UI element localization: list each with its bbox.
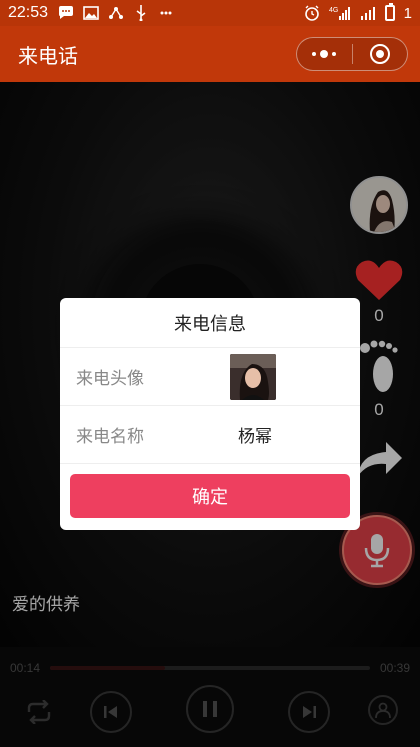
caller-avatar-row[interactable]: 来电头像 [60, 348, 360, 406]
battery-icon [384, 3, 395, 21]
dot-icon [320, 50, 329, 58]
message-icon [58, 6, 74, 20]
page-title: 来电话 [18, 43, 78, 68]
portrait-icon [230, 353, 276, 400]
caller-name-row[interactable]: 来电名称 杨幂 [60, 406, 360, 464]
caller-info-dialog: 来电信息 来电头像 来电名称 杨幂 确定 [60, 298, 360, 530]
mini-program-capsule [296, 37, 408, 71]
signal-icon [360, 6, 376, 20]
close-program-button[interactable] [353, 44, 408, 64]
caller-name-label: 来电名称 [76, 427, 144, 447]
svg-text:4G: 4G [329, 7, 338, 14]
more-dots-icon [158, 6, 174, 20]
share-network-icon [108, 6, 124, 20]
confirm-button[interactable]: 确定 [70, 474, 350, 518]
dot-icon [312, 52, 317, 56]
dot-icon [332, 52, 337, 56]
title-bar: 来电话 [0, 26, 420, 82]
status-time: 22:53 [8, 4, 49, 21]
caller-name-value[interactable]: 杨幂 [226, 422, 272, 447]
target-icon [369, 44, 390, 64]
usb-icon [133, 5, 149, 21]
caller-avatar-image[interactable] [230, 353, 276, 400]
signal-4g-icon: 4G [329, 6, 351, 20]
dialog-title: 来电信息 [60, 298, 360, 348]
caller-avatar-label: 来电头像 [76, 369, 144, 389]
status-bar: 22:53 4G 1 [0, 0, 420, 26]
alarm-icon [304, 5, 320, 21]
battery-level: 1 [403, 4, 412, 22]
image-icon [83, 6, 99, 20]
more-menu-button[interactable] [297, 50, 352, 58]
